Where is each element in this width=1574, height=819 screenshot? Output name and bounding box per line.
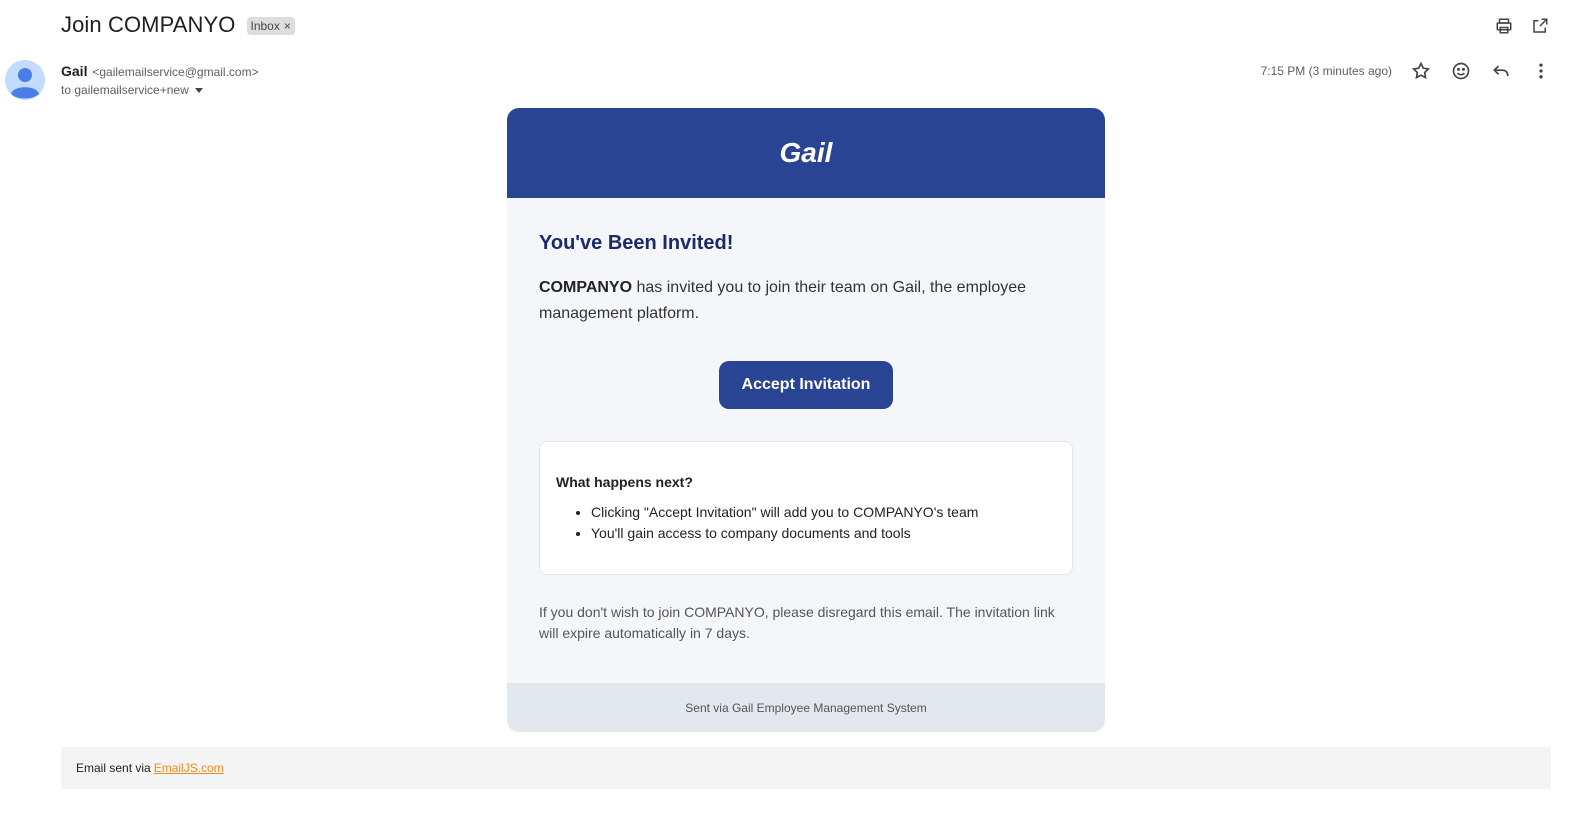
remove-label-button[interactable]: × <box>284 19 291 33</box>
sender-name[interactable]: Gail <box>61 63 87 79</box>
emailjs-link[interactable]: EmailJS.com <box>154 761 224 775</box>
card-header: Gail <box>507 108 1105 198</box>
more-vert-icon[interactable] <box>1530 60 1552 82</box>
sender-line: Gail <gailemailservice@gmail.com> <box>61 63 259 79</box>
card-body: You've Been Invited! COMPANYO has invite… <box>507 198 1105 644</box>
recipient-text: to gailemailservice+new <box>61 83 189 97</box>
disregard-note: If you don't wish to join COMPANYO, plea… <box>539 604 1055 641</box>
open-in-new-icon[interactable] <box>1530 16 1550 36</box>
star-icon[interactable] <box>1410 60 1432 82</box>
email-subject: Join COMPANYO <box>61 12 236 37</box>
sender-avatar[interactable] <box>5 60 45 100</box>
cta-wrapper: Accept Invitation <box>539 361 1073 409</box>
printer-icon[interactable] <box>1494 16 1514 36</box>
email-timestamp: 7:15 PM (3 minutes ago) <box>1260 64 1392 78</box>
subject-row: Join COMPANYO Inbox × <box>61 12 295 38</box>
invite-headline: You've Been Invited! <box>539 232 734 254</box>
card-footer: Sent via Gail Employee Management System <box>507 683 1105 732</box>
accept-invitation-button[interactable]: Accept Invitation <box>718 361 894 409</box>
invite-intro: COMPANYO has invited you to join their t… <box>539 275 1073 327</box>
next-steps-box: What happens next? Clicking "Accept Invi… <box>539 441 1073 575</box>
next-steps-title: What happens next? <box>556 474 693 490</box>
emailjs-prefix: Email sent via <box>76 761 151 775</box>
brand-logo-text: Gail <box>779 137 833 168</box>
thread-toolbar <box>1494 16 1550 36</box>
list-item: Clicking "Accept Invitation" will add yo… <box>591 502 1056 523</box>
emoji-icon[interactable] <box>1450 60 1472 82</box>
list-item: You'll gain access to company documents … <box>591 523 1056 544</box>
inbox-label-chip[interactable]: Inbox × <box>246 17 295 35</box>
chevron-down-icon[interactable] <box>194 87 203 93</box>
message-actions <box>1410 60 1552 82</box>
company-name: COMPANYO <box>539 279 633 296</box>
reply-icon[interactable] <box>1490 60 1512 82</box>
recipient-line: to gailemailservice+new <box>61 83 203 97</box>
sender-email: <gailemailservice@gmail.com> <box>92 65 259 79</box>
emailjs-footer: Email sent via EmailJS.com <box>61 747 1551 789</box>
inbox-label-text: Inbox <box>250 19 280 33</box>
invitation-card: Gail You've Been Invited! COMPANYO has i… <box>507 108 1105 732</box>
next-steps-list: Clicking "Accept Invitation" will add yo… <box>556 502 1056 544</box>
